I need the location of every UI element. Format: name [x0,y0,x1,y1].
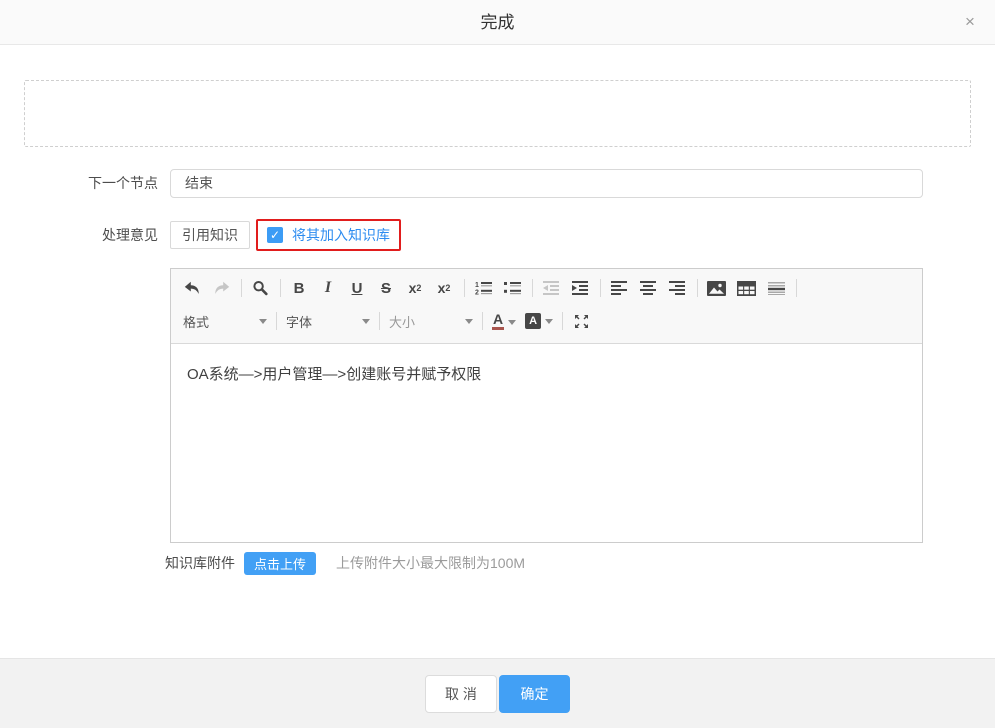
chevron-down-icon [465,319,473,324]
check-icon: ✓ [270,228,280,242]
toolbar-separator [482,312,483,330]
indent-icon[interactable] [571,276,589,300]
upload-size-hint: 上传附件大小最大限制为100M [336,553,525,573]
confirm-button[interactable]: 确定 [499,675,570,713]
upload-button[interactable]: 点击上传 [244,552,316,575]
align-center-icon[interactable] [639,276,657,300]
bold-icon[interactable]: B [290,276,308,300]
undo-icon[interactable] [183,276,201,300]
font-select-label: 字体 [286,312,312,331]
next-node-label: 下一个节点 [0,173,158,193]
next-node-input[interactable] [170,169,923,198]
close-icon[interactable]: × [959,11,981,33]
toolbar-separator [280,279,281,297]
toolbar-row-2: 格式 字体 大小 A A [183,305,910,337]
toolbar-separator [276,312,277,330]
bulleted-list-icon[interactable] [503,276,521,300]
toolbar-separator [379,312,380,330]
text-color-button[interactable]: A [492,312,516,330]
toolbar-separator [464,279,465,297]
format-select-label: 格式 [183,312,209,331]
toolbar-separator [241,279,242,297]
svg-text:2: 2 [475,290,479,296]
toolbar-separator [697,279,698,297]
add-to-knowledge-base-label[interactable]: 将其加入知识库 [292,225,390,245]
editor-toolbar: B I U S x2 x2 12 [171,269,922,344]
maximize-icon[interactable] [572,309,590,333]
add-to-knowledge-base-group: ✓ 将其加入知识库 [256,219,401,251]
format-select[interactable]: 格式 [183,309,267,333]
dialog-header: 完成 × [0,0,995,45]
strikethrough-icon[interactable]: S [377,276,395,300]
cancel-button[interactable]: 取 消 [425,675,497,713]
align-right-icon[interactable] [668,276,686,300]
text-color-icon: A [492,312,504,330]
dialog-title: 完成 [0,0,995,45]
add-to-knowledge-base-checkbox[interactable]: ✓ [267,227,283,243]
superscript-base: x [438,280,446,296]
chevron-down-icon [545,319,553,324]
opinion-label: 处理意见 [0,225,158,245]
subscript-icon[interactable]: x2 [406,276,424,300]
find-icon[interactable] [251,276,269,300]
font-select[interactable]: 字体 [286,309,370,333]
italic-icon[interactable]: I [319,276,337,300]
chevron-down-icon [508,320,516,325]
toolbar-separator [600,279,601,297]
toolbar-separator [562,312,563,330]
reference-knowledge-button[interactable]: 引用知识 [170,221,250,249]
toolbar-separator [532,279,533,297]
editor-content[interactable]: OA系统—>用户管理—>创建账号并赋予权限 [171,344,922,546]
background-color-button[interactable]: A [525,313,553,329]
image-icon[interactable] [707,276,726,300]
superscript-digit: 2 [445,283,450,293]
chevron-down-icon [259,319,267,324]
complete-dialog: 完成 × 下一个节点 处理意见 引用知识 ✓ 将其加入知识库 [0,0,995,728]
dialog-footer: 取 消 确定 [0,658,995,728]
toolbar-separator [796,279,797,297]
background-color-icon: A [525,313,541,329]
opinion-row: 处理意见 引用知识 ✓ 将其加入知识库 [0,220,995,250]
subscript-base: x [409,280,417,296]
underline-icon[interactable]: U [348,276,366,300]
next-node-row: 下一个节点 [0,168,995,198]
toolbar-row-1: B I U S x2 x2 12 [183,271,910,305]
subscript-digit: 2 [416,283,421,293]
redo-icon[interactable] [212,276,230,300]
table-icon[interactable] [737,276,756,300]
size-select-label: 大小 [389,312,415,331]
numbered-list-icon[interactable]: 12 [474,276,492,300]
size-select[interactable]: 大小 [389,309,473,333]
svg-text:1: 1 [475,282,479,289]
attachment-row: 知识库附件 点击上传 上传附件大小最大限制为100M [165,551,525,575]
chevron-down-icon [362,319,370,324]
rich-text-editor: B I U S x2 x2 12 [170,268,923,543]
dropzone-placeholder [24,80,971,147]
outdent-icon[interactable] [542,276,560,300]
align-left-icon[interactable] [610,276,628,300]
superscript-icon[interactable]: x2 [435,276,453,300]
attachment-label: 知识库附件 [165,553,235,573]
horizontal-rule-icon[interactable] [767,276,785,300]
